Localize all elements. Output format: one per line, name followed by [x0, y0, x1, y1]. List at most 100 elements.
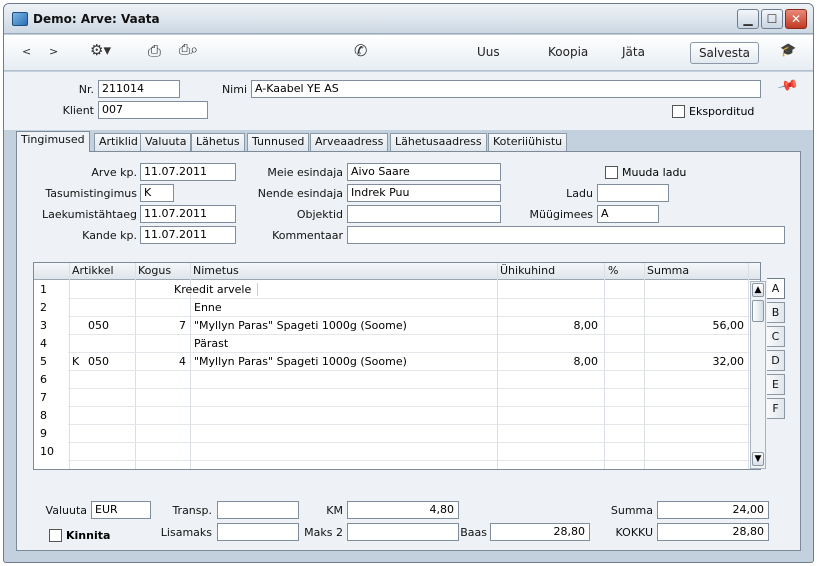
table-row[interactable]: 7 [34, 389, 760, 408]
payment-terms-field[interactable]: K [140, 184, 174, 202]
objects-label: Objektid [296, 208, 343, 221]
cell-uhikuhind[interactable]: 8,00 [498, 355, 599, 368]
row-number: 6 [34, 373, 68, 390]
toolbar: < > ⚙▾ ⎙ ⎙⌕ ✆ Uus Koopia Jäta Salvesta 🎓 [4, 35, 813, 71]
tab-tingimused[interactable]: Tingimused [16, 131, 90, 152]
side-tab-c[interactable]: C [767, 326, 785, 347]
table-row[interactable]: 10 [34, 443, 760, 462]
table-row[interactable]: 3 050 7 "Myllyn Paras" Spageti 1000g (Soome… [34, 317, 760, 336]
pin-icon[interactable]: 📌 [776, 75, 799, 98]
tax2-label: Maks 2 [304, 526, 343, 539]
side-tab-d[interactable]: D [767, 350, 785, 371]
cell-kogus[interactable]: 4 [136, 355, 186, 368]
scroll-down-arrow-icon[interactable]: ▼ [752, 452, 764, 466]
gear-icon[interactable]: ⚙▾ [90, 41, 111, 59]
total-label: KOKKU [615, 526, 653, 539]
name-field[interactable]: A-Kaabel YE AS [251, 80, 761, 98]
col-header-artikkel[interactable]: Artikkel [72, 264, 114, 277]
row-number: 4 [34, 337, 68, 354]
cell-type[interactable]: K [72, 355, 84, 368]
save-button[interactable]: Salvesta [690, 42, 759, 64]
tab-koteriiuhistu[interactable]: Koteriiühistu [488, 133, 568, 151]
nr-field[interactable]: 211014 [98, 80, 180, 98]
cell-nimetus[interactable]: Enne [194, 301, 494, 314]
side-tab-a[interactable]: A [767, 278, 785, 299]
cell-nimetus[interactable]: "Myllyn Paras" Spageti 1000g (Soome) [194, 319, 494, 332]
table-row[interactable]: 8 [34, 407, 760, 426]
their-rep-field[interactable]: Indrek Puu [347, 184, 501, 202]
col-header-percent[interactable]: % [608, 264, 618, 277]
objects-field[interactable] [347, 205, 501, 223]
cell-nimetus[interactable]: Pärast [194, 337, 494, 350]
maximize-button[interactable]: ☐ [761, 9, 783, 29]
col-header-nimetus[interactable]: Nimetus [193, 264, 239, 277]
cell-artikkel[interactable]: 050 [88, 319, 134, 332]
print-preview-icon[interactable]: ⎙⌕ [179, 42, 198, 58]
window-title: Demo: Arve: Vaata [33, 12, 160, 26]
sum-field[interactable]: 24,00 [657, 501, 769, 519]
scroll-thumb[interactable] [752, 300, 764, 322]
vat-label: KM [326, 504, 343, 517]
change-stock-checkbox[interactable] [605, 166, 618, 179]
sum-label: Summa [610, 504, 653, 517]
close-button[interactable]: ✕ [785, 9, 807, 29]
due-date-field[interactable]: 11.07.2011 [140, 205, 236, 223]
exported-checkbox[interactable] [672, 105, 685, 118]
total-field[interactable]: 28,80 [657, 523, 769, 541]
side-tab-f[interactable]: F [767, 398, 785, 419]
table-row[interactable]: 5 K 050 4 "Myllyn Paras" Spageti 1000g (Soom… [34, 353, 760, 372]
vat-field[interactable]: 4,80 [347, 501, 459, 519]
approve-checkbox[interactable] [49, 529, 62, 542]
cell-summa[interactable]: 56,00 [646, 319, 745, 332]
trans-date-field[interactable]: 11.07.2011 [140, 226, 236, 244]
phone-icon[interactable]: ✆ [354, 41, 367, 60]
tab-artiklid[interactable]: Artiklid [94, 133, 143, 151]
table-row[interactable]: 2 Enne [34, 299, 760, 318]
cell-kogus[interactable]: 7 [136, 319, 186, 332]
currency-field[interactable]: EUR [91, 501, 151, 519]
side-tab-e[interactable]: E [767, 374, 785, 395]
base-field[interactable]: 28,80 [490, 523, 590, 541]
side-tab-b[interactable]: B [767, 302, 785, 323]
table-row[interactable]: 1 Kreedit arvele [34, 281, 760, 300]
invoice-date-field[interactable]: 11.07.2011 [140, 163, 236, 181]
back-arrow-icon[interactable]: < [22, 45, 31, 58]
new-button[interactable]: Uus [477, 45, 500, 59]
comment-field[interactable] [347, 226, 785, 244]
cell-uhikuhind[interactable]: 8,00 [498, 319, 599, 332]
cell-nimetus[interactable]: Kreedit arvele [174, 283, 258, 296]
grid-scrollbar[interactable]: ▲ ▼ [750, 281, 766, 469]
tab-tunnused[interactable]: Tunnused [247, 133, 310, 151]
tab-valuuta[interactable]: Valuuta [140, 133, 192, 151]
stock-label: Ladu [566, 187, 593, 200]
transp-field[interactable] [217, 501, 299, 519]
graduation-cap-icon[interactable]: 🎓 [780, 43, 796, 58]
table-row[interactable]: 4 Pärast [34, 335, 760, 354]
print-icon[interactable]: ⎙ [148, 41, 161, 61]
cell-artikkel[interactable]: 050 [88, 355, 134, 368]
col-header-summa[interactable]: Summa [647, 264, 689, 277]
table-row[interactable]: 6 [34, 371, 760, 390]
their-rep-label: Nende esindaja [257, 187, 343, 200]
row-number: 2 [34, 301, 68, 318]
scroll-up-arrow-icon[interactable]: ▲ [752, 283, 764, 297]
stock-field[interactable] [597, 184, 669, 202]
our-rep-field[interactable]: Aivo Saare [347, 163, 501, 181]
salesman-field[interactable]: A [597, 205, 659, 223]
col-header-kogus[interactable]: Kogus [138, 264, 171, 277]
tab-lahetus[interactable]: Lähetus [191, 133, 245, 151]
client-field[interactable]: 007 [98, 101, 208, 119]
minimize-button[interactable]: ▁ [737, 9, 759, 29]
copy-button[interactable]: Koopia [548, 45, 588, 59]
extra-field[interactable] [217, 523, 299, 541]
col-header-uhikuhind[interactable]: Ühikuhind [500, 264, 555, 277]
salesman-label: Müügimees [529, 208, 593, 221]
cell-nimetus[interactable]: "Myllyn Paras" Spageti 1000g (Soome) [194, 355, 494, 368]
tab-lahetusaadress[interactable]: Lähetusaadress [390, 133, 487, 151]
table-row[interactable]: 9 [34, 425, 760, 444]
name-label: Nimi [221, 83, 247, 96]
forward-arrow-icon[interactable]: > [49, 45, 58, 58]
tab-arveaadress[interactable]: Arveaadress [310, 133, 389, 151]
cell-summa[interactable]: 32,00 [646, 355, 745, 368]
skip-button[interactable]: Jäta [622, 45, 645, 59]
